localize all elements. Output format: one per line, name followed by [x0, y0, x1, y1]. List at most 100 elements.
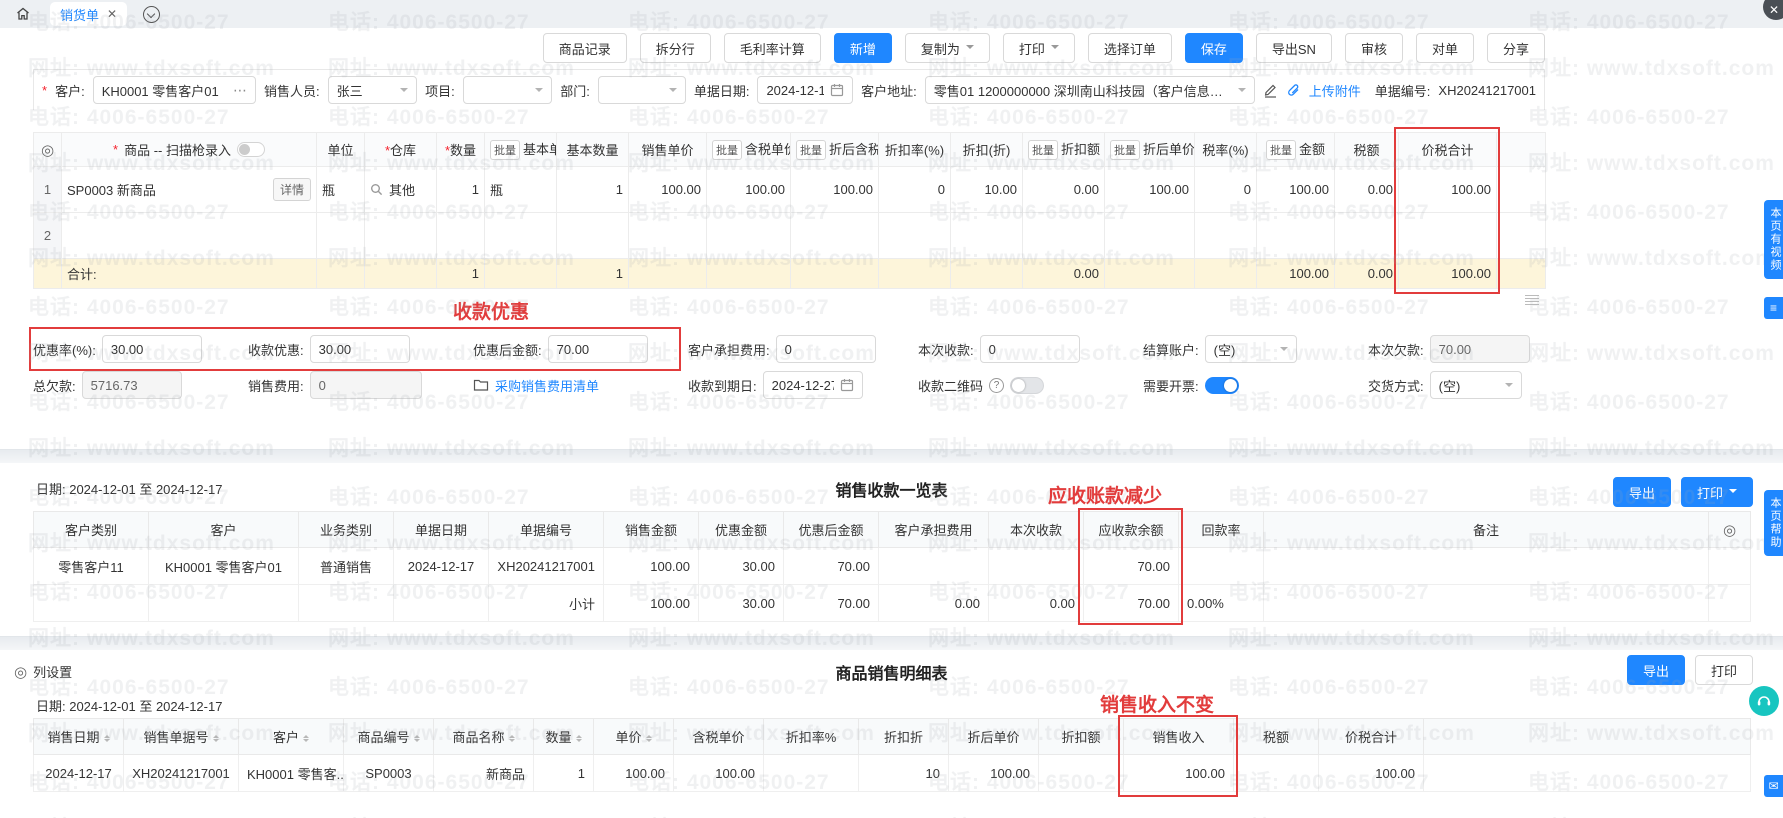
window-close-icon[interactable]: ✕	[1763, 0, 1783, 20]
column-header[interactable]: 价税合计	[1319, 719, 1424, 755]
side-tab-help[interactable]: 本页帮助	[1764, 490, 1783, 556]
folder-icon[interactable]	[473, 378, 489, 392]
sort-icon[interactable]	[303, 735, 309, 742]
customer-picker-icon[interactable]: ⋯	[233, 82, 247, 99]
disc-tax-price-cell[interactable]: 100.00	[791, 167, 879, 213]
after-discount-input[interactable]	[557, 342, 639, 357]
customer-service-icon[interactable]	[1749, 686, 1779, 716]
toolbar-button[interactable]: 商品记录	[543, 33, 627, 63]
sort-icon[interactable]	[104, 735, 110, 742]
batch-set-button[interactable]: 批量	[712, 140, 742, 160]
sort-icon[interactable]	[576, 735, 582, 742]
tab-sales-order[interactable]: 销货单 ✕	[50, 2, 127, 26]
column-header[interactable]: 客户	[239, 719, 344, 755]
toolbar-button[interactable]: 打印	[1003, 33, 1075, 63]
home-icon[interactable]	[10, 3, 36, 25]
due-date-input[interactable]	[772, 378, 834, 393]
history-icon[interactable]	[143, 6, 160, 23]
receipt-print-button[interactable]: 打印	[1681, 477, 1753, 507]
calendar-icon[interactable]	[830, 83, 844, 97]
customer-field[interactable]: ⋯	[93, 76, 256, 104]
toolbar-button[interactable]: 对单	[1416, 33, 1474, 63]
gear-icon[interactable]: ◎	[41, 142, 54, 159]
disc-rate-cell[interactable]: 0	[879, 167, 951, 213]
search-icon[interactable]	[370, 183, 383, 196]
discount-input[interactable]	[319, 342, 401, 357]
barcode-scan-toggle[interactable]	[237, 142, 265, 157]
column-header[interactable]: 销售日期	[34, 719, 124, 755]
toolbar-button[interactable]: 复制为	[905, 33, 990, 63]
column-header[interactable]: 销售单据号	[124, 719, 239, 755]
column-header[interactable]: 折后单价	[949, 719, 1039, 755]
column-header[interactable]: 数量	[534, 719, 594, 755]
customer-fee-field[interactable]	[776, 335, 876, 363]
toolbar-button[interactable]: 选择订单	[1088, 33, 1172, 63]
sort-icon[interactable]	[646, 735, 652, 742]
column-header[interactable]: 商品名称	[434, 719, 534, 755]
batch-set-button[interactable]: 批量	[490, 140, 520, 160]
warehouse-cell[interactable]: 其他	[365, 167, 437, 213]
column-header[interactable]: 折扣率%	[764, 719, 859, 755]
invoice-toggle[interactable]	[1205, 377, 1239, 394]
disc-fold-cell[interactable]: 10.00	[951, 167, 1023, 213]
remark-area[interactable]	[33, 289, 1545, 331]
sort-icon[interactable]	[213, 735, 219, 742]
receipt-export-button[interactable]: 导出	[1613, 477, 1671, 507]
batch-set-button[interactable]: 批量	[1028, 140, 1058, 160]
toolbar-button[interactable]: 分享	[1487, 33, 1545, 63]
batch-set-button[interactable]: 批量	[1110, 140, 1140, 160]
detail-button[interactable]: 详情	[273, 178, 311, 201]
tax-rate-cell[interactable]: 0	[1195, 167, 1257, 213]
rate-field[interactable]	[102, 335, 202, 363]
column-header[interactable]: 折扣额	[1039, 719, 1124, 755]
gear-icon[interactable]: ◎	[1723, 522, 1736, 539]
qty-cell[interactable]: 1	[437, 167, 485, 213]
after-discount-field[interactable]	[548, 335, 648, 363]
expense-list-link[interactable]: 采购销售费用清单	[495, 376, 599, 395]
salesperson-select[interactable]: 张三	[328, 76, 418, 104]
qrcode-toggle[interactable]	[1010, 377, 1044, 394]
toolbar-button[interactable]: 导出SN	[1256, 33, 1332, 63]
doc-date-input[interactable]	[766, 83, 824, 98]
batch-set-button[interactable]: 批量	[1266, 140, 1296, 160]
toolbar-button[interactable]: 毛利率计算	[724, 33, 821, 63]
toolbar-button[interactable]: 审核	[1345, 33, 1403, 63]
tax-price-cell[interactable]: 100.00	[707, 167, 791, 213]
product-cell[interactable]: SP0003 新商品 详情	[62, 167, 317, 213]
unit-cell[interactable]: 瓶	[317, 167, 365, 213]
column-header[interactable]: 商品编号	[344, 719, 434, 755]
tab-close-icon[interactable]: ✕	[107, 7, 117, 21]
toolbar-button[interactable]: 保存	[1185, 33, 1243, 63]
customer-input[interactable]	[102, 83, 227, 98]
price-cell[interactable]: 100.00	[629, 167, 707, 213]
project-select[interactable]	[463, 76, 553, 104]
column-header[interactable]: 税额	[1234, 719, 1319, 755]
disc-amount-cell[interactable]: 0.00	[1023, 167, 1105, 213]
column-header[interactable]: 折扣折	[859, 719, 949, 755]
delivery-select[interactable]: (空)	[1430, 371, 1522, 399]
product-cell[interactable]	[62, 213, 317, 259]
department-select[interactable]	[598, 76, 686, 104]
sort-icon[interactable]	[509, 735, 515, 742]
rate-input[interactable]	[111, 342, 193, 357]
side-mail-icon[interactable]: ✉	[1764, 775, 1783, 797]
batch-set-button[interactable]: 批量	[796, 140, 826, 160]
toolbar-button[interactable]: 新增	[834, 33, 892, 63]
due-date-field[interactable]	[763, 371, 863, 399]
column-header[interactable]: 含税单价	[674, 719, 764, 755]
column-header[interactable]: 单价	[594, 719, 674, 755]
help-question-icon[interactable]: ?	[989, 378, 1004, 393]
edit-pencil-icon[interactable]	[1263, 82, 1278, 98]
detail-export-button[interactable]: 导出	[1627, 655, 1685, 685]
column-header[interactable]: 销售收入	[1124, 719, 1234, 755]
doc-date-field[interactable]	[757, 76, 853, 104]
detail-print-button[interactable]: 打印	[1695, 655, 1753, 685]
sort-icon[interactable]	[414, 735, 420, 742]
upload-attachment-link[interactable]: 上传附件	[1309, 81, 1361, 100]
received-input[interactable]	[989, 342, 1071, 357]
address-select[interactable]: 零售01 1200000000 深圳南山科技园（客户信息联系地址）	[925, 76, 1255, 104]
after-price-cell[interactable]: 100.00	[1105, 167, 1195, 213]
calendar-icon[interactable]	[840, 378, 854, 392]
toolbar-button[interactable]: 拆分行	[640, 33, 711, 63]
side-tab-video[interactable]: 本页有视频	[1764, 200, 1783, 279]
